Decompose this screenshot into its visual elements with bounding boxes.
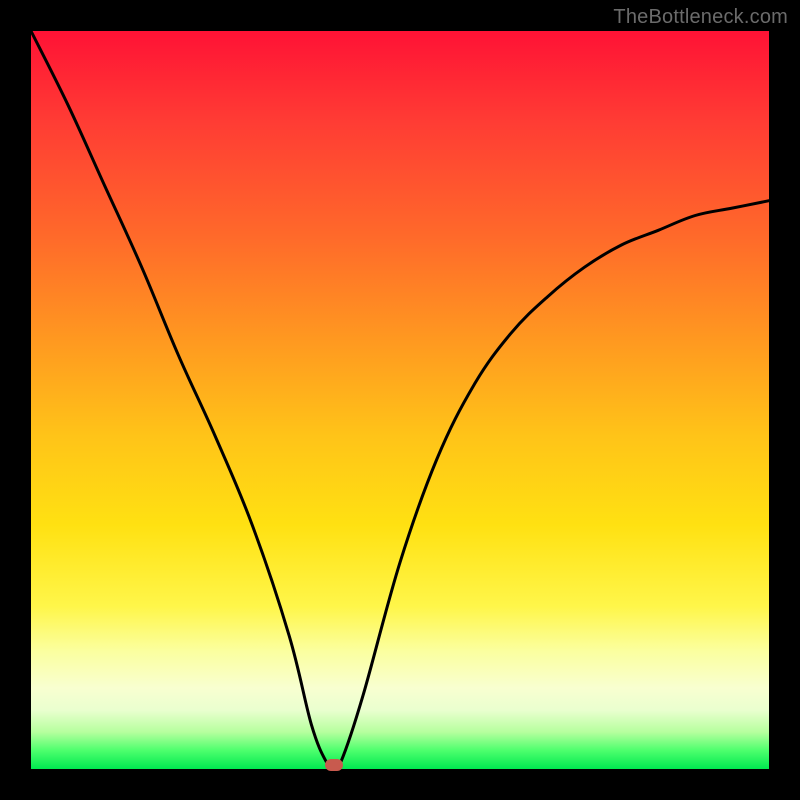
watermark-text: TheBottleneck.com (613, 6, 788, 29)
curve-path (31, 31, 769, 768)
bottleneck-curve (31, 31, 769, 769)
optimal-point-marker (325, 759, 343, 771)
chart-frame: TheBottleneck.com (0, 0, 800, 800)
plot-area (31, 31, 769, 769)
